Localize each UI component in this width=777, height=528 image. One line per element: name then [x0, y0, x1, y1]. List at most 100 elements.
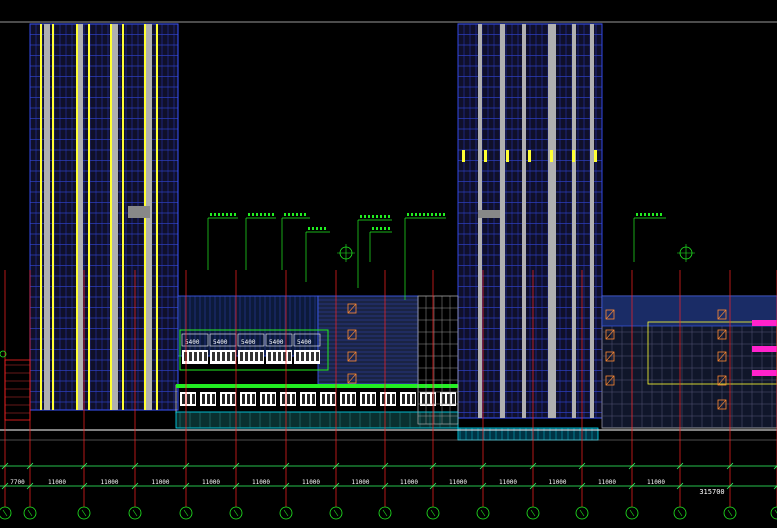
retail-window-mark — [312, 394, 315, 404]
retail-window-mark — [442, 394, 445, 404]
annotation-text-mark — [384, 227, 386, 230]
dimension-span-label: 11000 — [647, 479, 665, 486]
annotation-text-mark — [660, 213, 662, 216]
annotation-text-mark — [636, 213, 638, 216]
dimension-span-label: 11000 — [202, 479, 220, 486]
annotation-text-mark — [407, 213, 409, 216]
annotation-text-mark — [268, 213, 270, 216]
shopfront-sign-mark — [194, 352, 197, 361]
shopfront-sign-mark — [301, 352, 304, 361]
retail-window-mark — [322, 394, 325, 404]
podium-label: 5400 — [297, 339, 312, 346]
shopfront-sign-mark — [184, 352, 187, 361]
mid-podium-facade — [177, 295, 319, 357]
retail-window-mark — [427, 394, 430, 404]
annotation-text-mark — [380, 227, 382, 230]
left-tower-yellow-column — [122, 24, 124, 410]
dimension-span-label: 11000 — [351, 479, 369, 486]
annotation-text-mark — [324, 227, 326, 230]
shopfront-sign-mark — [273, 352, 276, 361]
annotation-text-mark — [411, 213, 413, 216]
dimension-span-label: 11000 — [499, 479, 517, 486]
retail-window-mark — [232, 394, 235, 404]
annotation-text-mark — [218, 213, 220, 216]
retail-window-mark — [412, 394, 415, 404]
annotation-text-mark — [644, 213, 646, 216]
annotation-text-mark — [656, 213, 658, 216]
annotation-text-mark — [210, 213, 212, 216]
annotation-text-mark — [260, 213, 262, 216]
dimension-span-label: 11000 — [598, 479, 616, 486]
left-tower-yellow-column — [76, 24, 78, 410]
shopfront-sign-mark — [260, 352, 263, 361]
annotation-text-mark — [380, 215, 382, 218]
annotation-text-mark — [648, 213, 650, 216]
retail-window-mark — [332, 394, 335, 404]
dimension-span-label: 11000 — [548, 479, 566, 486]
retail-window-mark — [252, 394, 255, 404]
magenta-accent — [752, 320, 777, 326]
shopfront-sign-mark — [283, 352, 286, 361]
left-tower-grey-panel — [128, 206, 150, 218]
annotation-text-mark — [226, 213, 228, 216]
annotation-text-mark — [292, 213, 294, 216]
annotation-text-mark — [415, 213, 417, 216]
annotation-text-mark — [320, 227, 322, 230]
right-tower-column-band — [572, 24, 576, 418]
retail-window-mark — [342, 394, 345, 404]
annotation-text-mark — [388, 215, 390, 218]
dimension-span-label: 11000 — [302, 479, 320, 486]
shopfront-sign-mark — [278, 352, 281, 361]
retail-window-mark — [382, 394, 385, 404]
shopfront-sign-mark — [204, 352, 207, 361]
right-tower-grey-panel — [478, 210, 500, 218]
retail-window-mark — [452, 394, 455, 404]
annotation-text-mark — [427, 213, 429, 216]
retail-window-mark — [287, 394, 290, 404]
dimension-span-label: 7700 — [10, 479, 25, 486]
annotation-text-mark — [214, 213, 216, 216]
retail-window-mark — [402, 394, 405, 404]
shopfront-sign-mark — [311, 352, 314, 361]
retail-window-mark — [302, 394, 305, 404]
annotation-text-mark — [272, 213, 274, 216]
annotation-text-mark — [264, 213, 266, 216]
shopfront-sign-mark — [217, 352, 220, 361]
shopfront-sign-mark — [222, 352, 225, 361]
retail-green-band — [176, 384, 458, 388]
magenta-accent — [752, 346, 777, 352]
dimension-span-label: 11000 — [252, 479, 270, 486]
retail-window-mark — [247, 394, 250, 404]
left-tower-yellow-column — [110, 24, 112, 410]
shopfront-sign-mark — [199, 352, 202, 361]
retail-window-mark — [327, 394, 330, 404]
left-tower-column-band — [78, 24, 83, 410]
retail-window-mark — [187, 394, 190, 404]
annotation-text-mark — [372, 227, 374, 230]
right-tower-yellow-accent — [528, 150, 531, 162]
dimension-total-label: 315700 — [699, 488, 724, 496]
left-tower-yellow-column — [40, 24, 42, 410]
retail-window-mark — [192, 394, 195, 404]
right-tower-column-band — [522, 24, 526, 418]
shopfront-sign-mark — [227, 352, 230, 361]
right-tower-yellow-accent — [506, 150, 509, 162]
shopfront-sign-mark — [255, 352, 258, 361]
annotation-text-mark — [368, 215, 370, 218]
annotation-text-mark — [284, 213, 286, 216]
dimension-span-label: 11000 — [449, 479, 467, 486]
shopfront-sign-mark — [189, 352, 192, 361]
left-tower-column-band — [44, 24, 50, 410]
annotation-text-mark — [296, 213, 298, 216]
axis-bubble — [0, 506, 12, 520]
retail-window-mark — [262, 394, 265, 404]
annotation-text-mark — [300, 213, 302, 216]
retail-window-mark — [227, 394, 230, 404]
left-tower-yellow-column — [52, 24, 54, 410]
annotation-text-mark — [431, 213, 433, 216]
annotation-text-mark — [376, 227, 378, 230]
elevation-drawing: 5400 5400 5400 5400 5400 7700 11000 11000 11000… — [0, 0, 777, 528]
right-tower-yellow-accent — [462, 150, 465, 162]
annotation-text-mark — [652, 213, 654, 216]
retail-window-mark — [387, 394, 390, 404]
